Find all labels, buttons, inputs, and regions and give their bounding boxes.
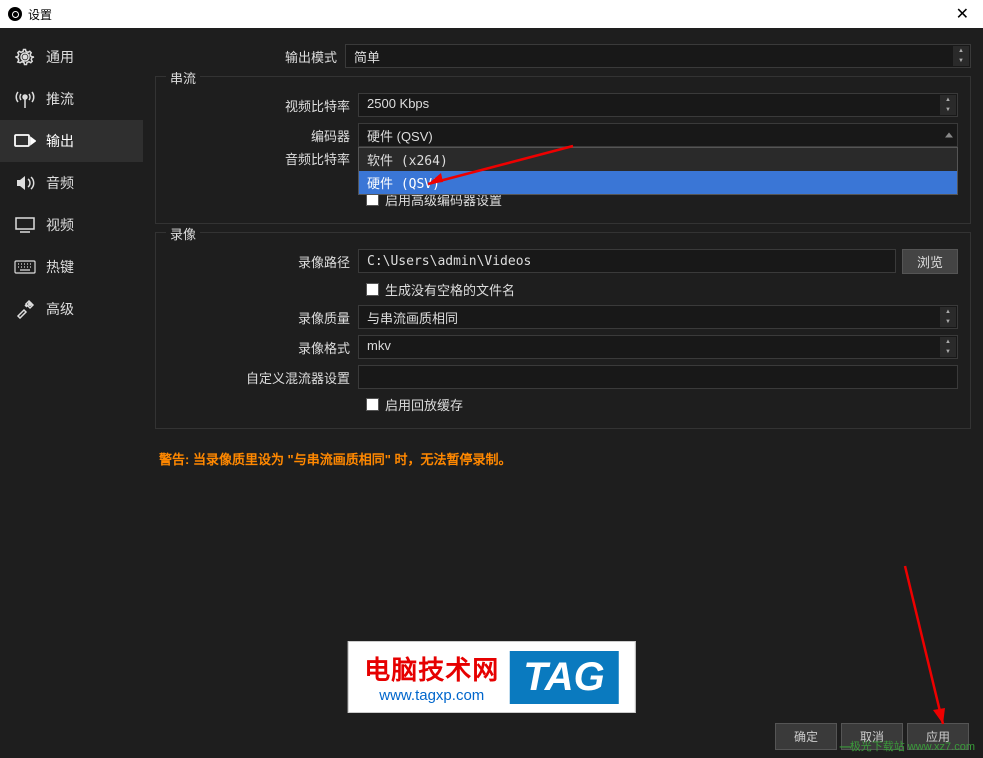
sidebar-item-stream[interactable]: 推流 bbox=[0, 78, 143, 120]
no-space-label: 生成没有空格的文件名 bbox=[385, 280, 515, 299]
sidebar-item-label: 视频 bbox=[46, 215, 74, 235]
video-bitrate-input[interactable]: 2500 Kbps ▲▼ bbox=[358, 93, 958, 117]
chevron-up-icon[interactable]: ▲ bbox=[953, 46, 969, 56]
tools-icon bbox=[14, 298, 36, 320]
no-space-checkbox[interactable] bbox=[366, 283, 379, 296]
keyboard-icon bbox=[14, 256, 36, 278]
titlebar: 设置 ✕ bbox=[0, 0, 983, 28]
sidebar: 通用 推流 输出 音频 视频 热键 高级 bbox=[0, 28, 143, 758]
app-icon bbox=[8, 7, 22, 21]
chevron-down-icon[interactable]: ▼ bbox=[940, 317, 956, 327]
stream-group-title: 串流 bbox=[166, 68, 200, 87]
antenna-icon bbox=[14, 88, 36, 110]
encoder-option-x264[interactable]: 软件 (x264) bbox=[359, 148, 957, 171]
warning-text: 警告: 当录像质里设为 "与串流画质相同" 时，无法暂停录制。 bbox=[159, 449, 967, 468]
audio-bitrate-label: 音频比特率 bbox=[168, 149, 358, 168]
gear-icon bbox=[14, 46, 36, 68]
sidebar-item-label: 音频 bbox=[46, 173, 74, 193]
sidebar-item-hotkeys[interactable]: 热键 bbox=[0, 246, 143, 288]
record-format-select[interactable]: mkv ▲▼ bbox=[358, 335, 958, 359]
chevron-up-icon bbox=[945, 133, 953, 138]
record-quality-label: 录像质量 bbox=[168, 308, 358, 327]
sidebar-item-label: 输出 bbox=[46, 131, 74, 151]
watermark-overlay: 电脑技术网 www.tagxp.com TAG bbox=[347, 641, 635, 713]
sidebar-item-label: 高级 bbox=[46, 299, 74, 319]
sidebar-item-label: 通用 bbox=[46, 47, 74, 67]
record-path-input[interactable] bbox=[358, 249, 896, 273]
chevron-down-icon[interactable]: ▼ bbox=[940, 105, 956, 115]
replay-checkbox[interactable] bbox=[366, 398, 379, 411]
encoder-option-qsv[interactable]: 硬件 (QSV) bbox=[359, 171, 957, 194]
record-group-title: 录像 bbox=[166, 224, 200, 243]
chevron-down-icon[interactable]: ▼ bbox=[953, 56, 969, 66]
chevron-up-icon[interactable]: ▲ bbox=[940, 95, 956, 105]
output-mode-label: 输出模式 bbox=[155, 47, 345, 66]
encoder-select[interactable]: 硬件 (QSV) bbox=[358, 123, 958, 147]
sidebar-item-label: 推流 bbox=[46, 89, 74, 109]
muxer-input[interactable] bbox=[358, 365, 958, 389]
close-button[interactable]: ✕ bbox=[950, 4, 975, 24]
monitor-icon bbox=[14, 214, 36, 236]
sidebar-item-video[interactable]: 视频 bbox=[0, 204, 143, 246]
video-bitrate-label: 视频比特率 bbox=[168, 96, 358, 115]
record-quality-select[interactable]: 与串流画质相同 ▲▼ bbox=[358, 305, 958, 329]
replay-label: 启用回放缓存 bbox=[385, 395, 463, 414]
sidebar-item-advanced[interactable]: 高级 bbox=[0, 288, 143, 330]
watermark-corner: — 极光下载站 www.xz7.com bbox=[840, 741, 975, 754]
browse-button[interactable]: 浏览 bbox=[902, 249, 958, 274]
sidebar-item-output[interactable]: 输出 bbox=[0, 120, 143, 162]
stream-group: 串流 视频比特率 2500 Kbps ▲▼ 编码器 硬件 (QSV) bbox=[155, 76, 971, 224]
muxer-label: 自定义混流器设置 bbox=[168, 368, 358, 387]
sidebar-item-audio[interactable]: 音频 bbox=[0, 162, 143, 204]
output-icon bbox=[14, 130, 36, 152]
ok-button[interactable]: 确定 bbox=[775, 723, 837, 750]
speaker-icon bbox=[14, 172, 36, 194]
watermark-tag: TAG bbox=[509, 651, 618, 704]
chevron-down-icon[interactable]: ▼ bbox=[940, 347, 956, 357]
watermark-url: www.tagxp.com bbox=[364, 687, 499, 704]
record-path-label: 录像路径 bbox=[168, 252, 358, 271]
sidebar-item-general[interactable]: 通用 bbox=[0, 36, 143, 78]
chevron-up-icon[interactable]: ▲ bbox=[940, 307, 956, 317]
watermark-title: 电脑技术网 bbox=[364, 650, 499, 687]
chevron-up-icon[interactable]: ▲ bbox=[940, 337, 956, 347]
window-title: 设置 bbox=[28, 6, 52, 23]
encoder-dropdown: 软件 (x264) 硬件 (QSV) bbox=[358, 147, 958, 195]
encoder-label: 编码器 bbox=[168, 126, 358, 145]
output-mode-select[interactable]: 简单 ▲▼ bbox=[345, 44, 971, 68]
record-format-label: 录像格式 bbox=[168, 338, 358, 357]
sidebar-item-label: 热键 bbox=[46, 257, 74, 277]
record-group: 录像 录像路径 浏览 生成没有空格的文件名 录像质量 与串流画质相同 ▲▼ bbox=[155, 232, 971, 429]
